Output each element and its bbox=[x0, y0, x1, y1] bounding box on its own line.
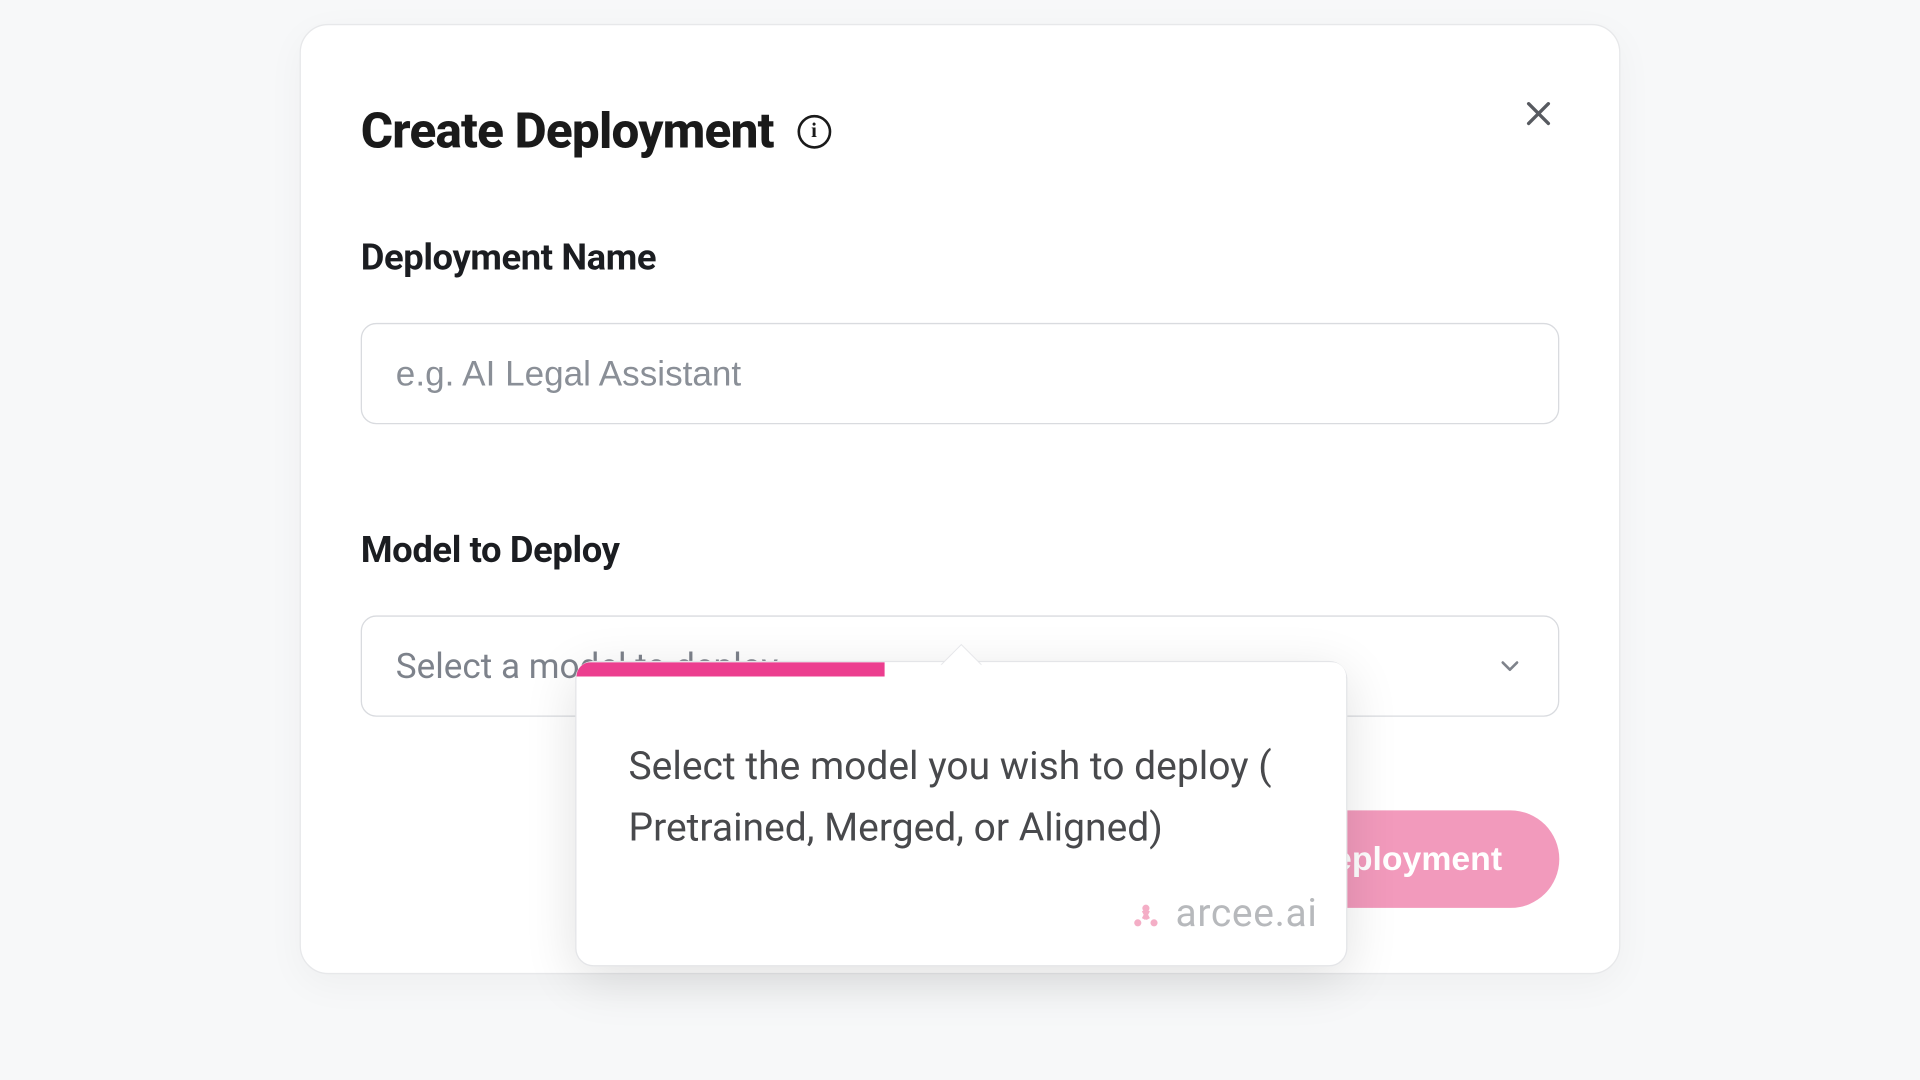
close-icon bbox=[1522, 97, 1556, 131]
close-button[interactable] bbox=[1513, 88, 1565, 140]
arcee-logo-icon bbox=[1126, 894, 1165, 933]
tooltip-brand-text: arcee.ai bbox=[1175, 891, 1317, 937]
tooltip-text: Select the model you wish to deploy ( Pr… bbox=[629, 736, 1295, 859]
tooltip-popover: Select the model you wish to deploy ( Pr… bbox=[575, 661, 1347, 966]
tooltip-arrow bbox=[941, 645, 983, 666]
modal-header: Create Deployment i bbox=[361, 103, 1560, 160]
modal-title: Create Deployment bbox=[361, 103, 774, 160]
info-icon[interactable]: i bbox=[797, 115, 831, 149]
deployment-name-label: Deployment Name bbox=[361, 236, 1560, 279]
deployment-name-field: Deployment Name bbox=[361, 236, 1560, 425]
tooltip-brand: arcee.ai bbox=[577, 883, 1347, 965]
model-to-deploy-label: Model to Deploy bbox=[361, 528, 1560, 571]
tooltip-body: Select the model you wish to deploy ( Pr… bbox=[577, 677, 1347, 883]
tooltip-progress-bar bbox=[577, 662, 885, 676]
deployment-name-input[interactable] bbox=[361, 323, 1560, 424]
chevron-down-icon bbox=[1496, 652, 1525, 681]
